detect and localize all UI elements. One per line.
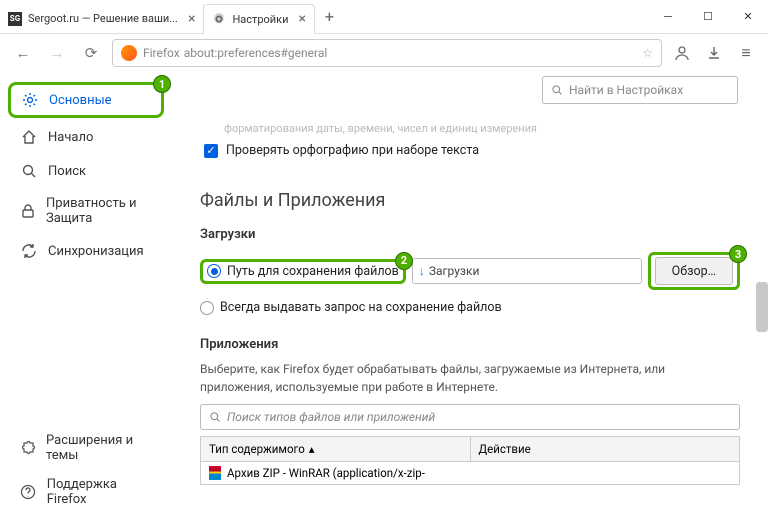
- search-placeholder: Найти в Настройках: [569, 83, 683, 97]
- sidebar-item-search[interactable]: Поиск: [10, 156, 162, 186]
- reload-button[interactable]: ⟳: [78, 40, 104, 66]
- search-icon: [551, 84, 563, 96]
- sidebar-item-general[interactable]: 1 Основные: [8, 82, 164, 118]
- sidebar-item-sync[interactable]: Синхронизация: [10, 236, 162, 266]
- download-arrow-icon: ↓: [419, 264, 425, 278]
- radio-checked-icon[interactable]: [207, 264, 221, 278]
- sidebar-label: Поддержка Firefox: [47, 477, 152, 507]
- sync-icon: [20, 242, 38, 260]
- spellcheck-option[interactable]: ✓ Проверять орфографию при наборе текста: [200, 143, 740, 158]
- close-icon[interactable]: ×: [298, 11, 305, 27]
- section-files-apps: Файлы и Приложения: [200, 190, 740, 211]
- annotation-badge-3: 3: [729, 245, 747, 263]
- menu-icon[interactable]: ≡: [734, 41, 758, 65]
- download-folder-field[interactable]: ↓ Загрузки: [412, 258, 642, 284]
- cutoff-text: форматирования даты, времени, чисел и ед…: [200, 122, 740, 135]
- maximize-button[interactable]: ☐: [688, 0, 728, 34]
- winrar-icon: [209, 466, 221, 480]
- close-icon[interactable]: ×: [188, 11, 195, 27]
- checkbox-checked-icon[interactable]: ✓: [204, 144, 218, 158]
- back-button[interactable]: ←: [10, 40, 36, 66]
- radio-save-path-highlight: 2 Путь для сохранения файлов: [200, 259, 406, 284]
- annotation-badge-2: 2: [395, 252, 413, 270]
- apps-search[interactable]: Поиск типов файлов или приложений: [200, 404, 740, 430]
- settings-search[interactable]: Найти в Настройках: [542, 76, 738, 104]
- gear-icon: [212, 12, 226, 26]
- url-prefix: Firefox: [143, 46, 180, 60]
- radio-unchecked-icon[interactable]: [200, 301, 214, 315]
- radio-always-ask-label: Всегда выдавать запрос на сохранение фай…: [220, 300, 502, 315]
- radio-always-ask-row[interactable]: Всегда выдавать запрос на сохранение фай…: [200, 300, 740, 315]
- newtab-button[interactable]: +: [315, 7, 344, 26]
- download-path-row: 2 Путь для сохранения файлов ↓ Загрузки …: [200, 252, 740, 290]
- window-controls: ─ ☐ ✕: [648, 0, 768, 34]
- lock-icon: [20, 202, 36, 220]
- bookmark-star-icon[interactable]: ☆: [642, 46, 653, 60]
- home-icon: [20, 128, 38, 146]
- apps-table: Тип содержимого ▴ Действие Архив ZIP - W…: [200, 436, 740, 485]
- url-bar[interactable]: Firefox about:preferences#general ☆: [112, 39, 662, 67]
- apps-heading: Приложения: [200, 337, 740, 352]
- col-content-type[interactable]: Тип содержимого ▴: [201, 437, 471, 461]
- titlebar: SG Sergoot.ru — Решение ваши... × Настро…: [0, 0, 768, 34]
- toolbar: ← → ⟳ Firefox about:preferences#general …: [0, 34, 768, 72]
- col-action[interactable]: Действие: [471, 437, 740, 461]
- annotation-badge-1: 1: [153, 75, 171, 93]
- radio-save-path-label: Путь для сохранения файлов: [227, 264, 399, 279]
- apps-search-placeholder: Поиск типов файлов или приложений: [227, 410, 435, 424]
- firefox-icon: [121, 45, 137, 61]
- main-panel: Найти в Настройках форматирования даты, …: [172, 72, 768, 523]
- tab-title: Настройки: [232, 13, 288, 26]
- tab-title: Sergoot.ru — Решение ваши...: [28, 12, 178, 25]
- account-icon[interactable]: [670, 41, 694, 65]
- forward-button[interactable]: →: [44, 40, 70, 66]
- tab-settings[interactable]: Настройки ×: [204, 4, 314, 34]
- spellcheck-label: Проверять орфографию при наборе текста: [226, 143, 479, 158]
- tab-sergoot[interactable]: SG Sergoot.ru — Решение ваши... ×: [0, 4, 204, 34]
- browse-button[interactable]: Обзор…: [655, 257, 733, 285]
- sidebar-label: Начало: [48, 130, 93, 145]
- table-header: Тип содержимого ▴ Действие: [201, 437, 739, 462]
- browse-button-highlight: 3 Обзор…: [648, 252, 740, 290]
- downloads-heading: Загрузки: [200, 227, 740, 242]
- search-icon: [209, 411, 221, 423]
- help-icon: [20, 483, 37, 501]
- url-path: about:preferences#general: [184, 46, 328, 60]
- search-icon: [20, 162, 38, 180]
- sidebar-label: Поиск: [48, 164, 86, 179]
- sidebar-label: Синхронизация: [48, 244, 144, 259]
- sidebar-label: Приватность и Защита: [46, 196, 152, 226]
- gear-icon: [21, 91, 39, 109]
- favicon-sg: SG: [8, 12, 22, 26]
- download-folder-label: Загрузки: [429, 264, 480, 278]
- sidebar: 1 Основные Начало Поиск Приватность и За…: [0, 72, 172, 523]
- scrollbar[interactable]: [756, 282, 768, 332]
- downloads-icon[interactable]: [702, 41, 726, 65]
- puzzle-icon: [20, 439, 36, 457]
- minimize-button[interactable]: ─: [648, 0, 688, 34]
- sidebar-item-privacy[interactable]: Приватность и Защита: [10, 190, 162, 232]
- table-row[interactable]: Архив ZIP - WinRAR (application/x-zip-: [201, 462, 739, 484]
- sidebar-item-extensions[interactable]: Расширения и темы: [10, 427, 162, 469]
- sidebar-item-home[interactable]: Начало: [10, 122, 162, 152]
- apps-description: Выберите, как Firefox будет обрабатывать…: [200, 360, 740, 396]
- row-content-type: Архив ZIP - WinRAR (application/x-zip-: [227, 466, 425, 480]
- sort-up-icon: ▴: [309, 442, 315, 456]
- sidebar-label: Основные: [49, 93, 112, 108]
- sidebar-item-support[interactable]: Поддержка Firefox: [10, 471, 162, 513]
- sidebar-label: Расширения и темы: [46, 433, 152, 463]
- content: 1 Основные Начало Поиск Приватность и За…: [0, 72, 768, 523]
- close-button[interactable]: ✕: [728, 0, 768, 34]
